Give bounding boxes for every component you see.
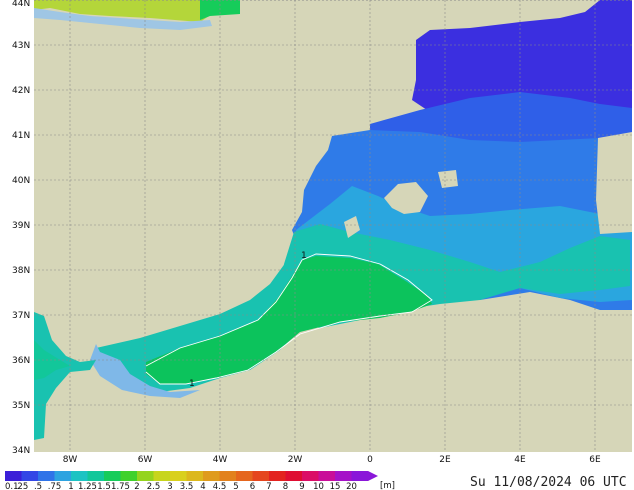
colorbar-swatch [203, 471, 220, 481]
lat-label: 35N [12, 401, 30, 411]
lon-label: 8W [63, 455, 78, 465]
lat-label: 40N [12, 176, 30, 186]
colorbar-tick-label: 6 [250, 482, 255, 490]
colorbar-tick-label: 8 [283, 482, 288, 490]
colorbar-tick-label: 15 [330, 482, 341, 490]
colorbar-swatch [54, 471, 72, 481]
lat-labels: 34N 35N 36N 37N 38N 39N 40N 41N 42N 43N … [12, 0, 30, 456]
colorbar-tick-label: .25 [15, 482, 29, 490]
colorbar-tick-label: 1 [68, 482, 73, 490]
colorbar-swatch [5, 471, 22, 481]
colorbar-tick-label: .5 [34, 482, 42, 490]
island-sardinia [596, 132, 632, 234]
lon-label: 4W [213, 455, 228, 465]
colorbar-swatch [38, 471, 55, 481]
lon-label: 4E [514, 455, 526, 465]
colorbar-swatch [186, 471, 204, 481]
lon-label: 6W [138, 455, 153, 465]
lat-label: 38N [12, 266, 30, 276]
lat-label: 44N [12, 0, 30, 9]
colorbar-tick-label: 1.25 [78, 482, 97, 490]
colorbar-swatch [120, 471, 138, 481]
lat-label: 36N [12, 356, 30, 366]
colorbar-swatch [269, 471, 286, 481]
lat-label: 43N [12, 41, 30, 51]
colorbar-tick-label: 2.5 [147, 482, 161, 490]
colorbar-swatch [219, 471, 237, 481]
colorbar-swatch [170, 471, 187, 481]
colorbar-tick-label: 2 [134, 482, 139, 490]
forecast-timestamp: Su 11/08/2024 06 UTC [470, 475, 627, 490]
colorbar-tick-label: 4.5 [213, 482, 227, 490]
colorbar-swatch [351, 471, 369, 481]
colorbar-tick-label: 3.5 [180, 482, 194, 490]
colorbar-labels: 0.1.25.5.75 1 1.25 1.5 1.75 2 2.5 3 3.5 4 4.5 5 6 7 8 9… [5, 482, 357, 490]
lat-label: 34N [12, 446, 30, 456]
colorbar-tick-label: 3 [167, 482, 172, 490]
colorbar-tick-label: 5 [233, 482, 238, 490]
colorbar-swatch [302, 471, 319, 481]
lon-labels: 8W 6W 4W 2W 0 2E 4E 6E [63, 455, 601, 465]
wave-height-map: 1 1 34N 35N 36N 37N 38N 39N 40N 41N 42N … [5, 0, 632, 490]
lon-label: 2W [288, 455, 303, 465]
colorbar-tick-label: 4 [200, 482, 205, 490]
colorbar-swatch [71, 471, 88, 481]
colorbar-swatch [318, 471, 336, 481]
colorbar-swatch [285, 471, 303, 481]
lon-label: 6E [589, 455, 601, 465]
colorbar-tick-label: 20 [346, 482, 357, 490]
colorbar-swatch [87, 471, 105, 481]
lat-label: 37N [12, 311, 30, 321]
colorbar-swatch [335, 471, 352, 481]
lon-label: 0 [367, 455, 373, 465]
colorbar-swatch [137, 471, 154, 481]
colorbar-swatch [252, 471, 270, 481]
colorbar-tick-label: 1.75 [111, 482, 130, 490]
contour-label-east: 1 [301, 251, 307, 261]
colorbar-swatch [21, 471, 39, 481]
contour-label-west: 1 [189, 379, 195, 389]
colorbar-tick-label: 9 [299, 482, 304, 490]
colorbar-swatch [153, 471, 171, 481]
colorbar-tick-label: 1.5 [97, 482, 111, 490]
lon-label: 2E [439, 455, 451, 465]
colorbar-swatch [236, 471, 253, 481]
lat-label: 41N [12, 131, 30, 141]
lat-label: 39N [12, 221, 30, 231]
lat-label: 42N [12, 86, 30, 96]
colorbar-swatch [104, 471, 121, 481]
colorbar-unit: [m] [380, 481, 395, 490]
colorbar-tick-label: .75 [48, 482, 62, 490]
colorbar [5, 471, 378, 481]
colorbar-arrow [368, 471, 378, 481]
colorbar-tick-label: 7 [266, 482, 271, 490]
colorbar-tick-label: 10 [313, 482, 324, 490]
